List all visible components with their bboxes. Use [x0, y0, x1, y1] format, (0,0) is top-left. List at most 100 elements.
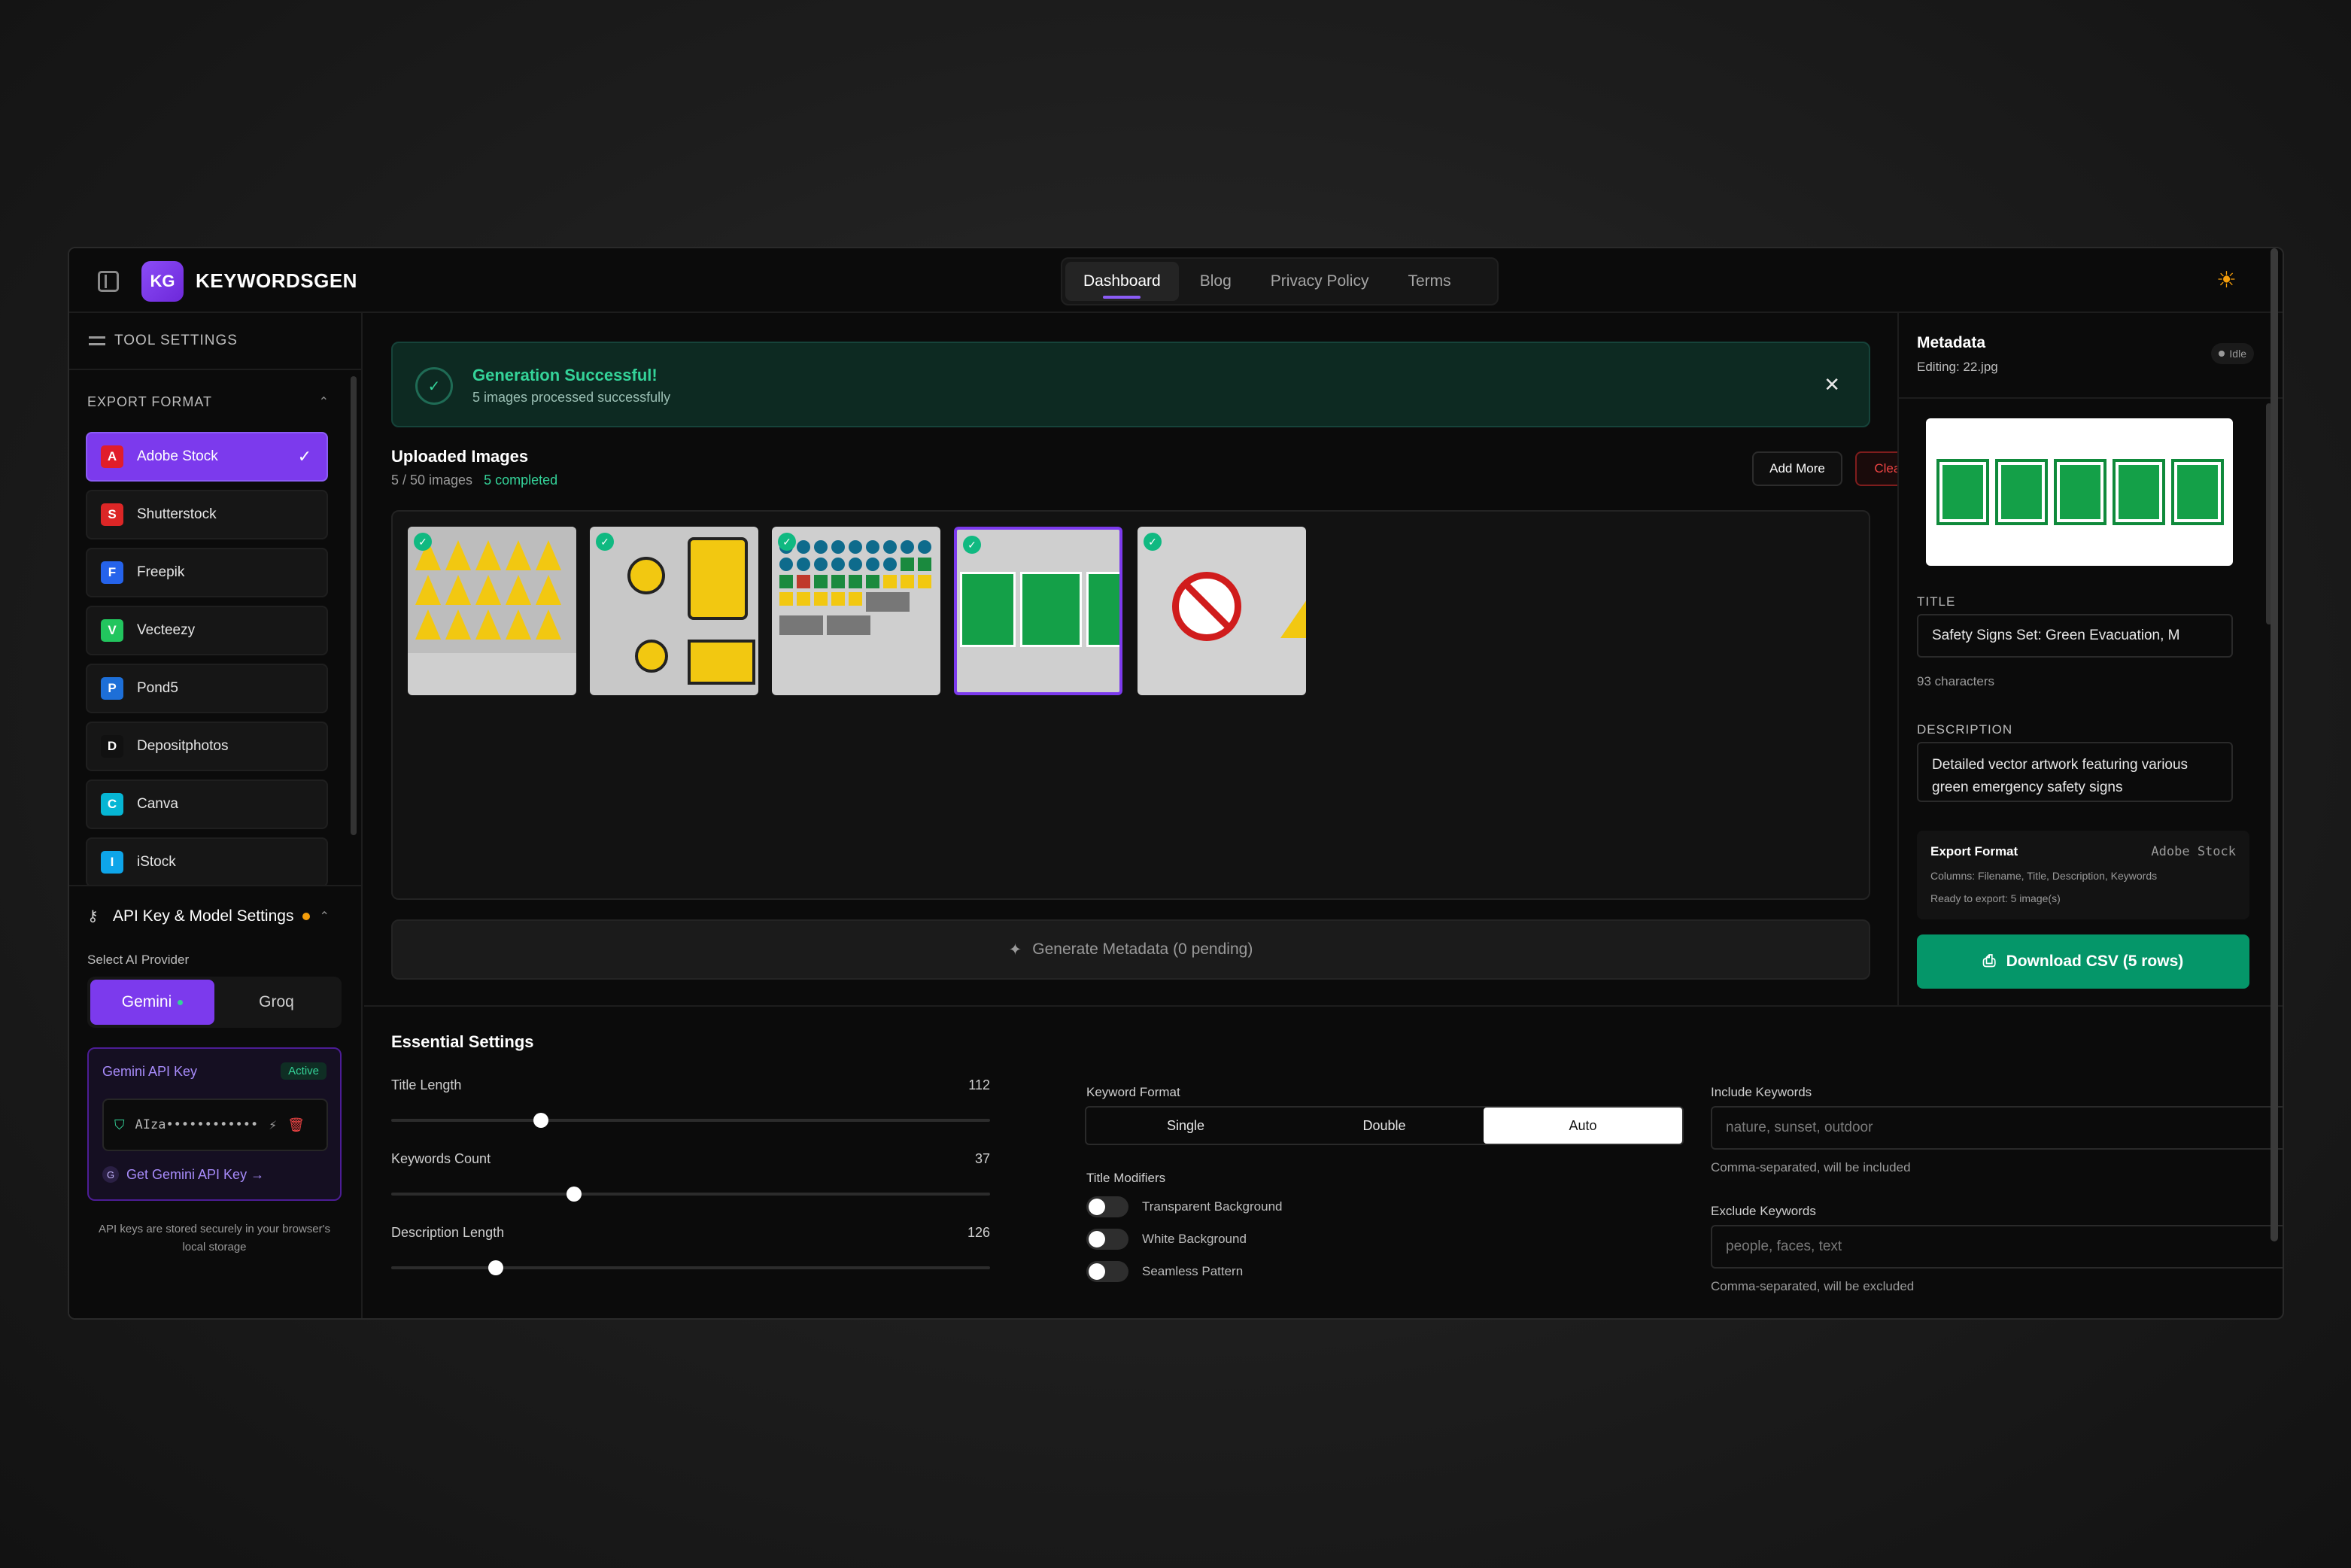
toggle-switch[interactable] — [1086, 1229, 1128, 1250]
image-preview — [1926, 418, 2233, 566]
format-letter-badge: I — [101, 851, 123, 874]
format-label: Canva — [137, 796, 178, 812]
success-title: Generation Successful! — [472, 366, 658, 384]
keyword-format-single[interactable]: Single — [1086, 1108, 1285, 1144]
slider-thumb[interactable] — [488, 1260, 504, 1275]
modifier-transparent[interactable]: Transparent Background — [1086, 1196, 1282, 1217]
keyword-format-double[interactable]: Double — [1285, 1108, 1484, 1144]
window-scrollbar[interactable] — [2271, 248, 2278, 1241]
main-content: ✓ Generation Successful! 5 images proces… — [364, 313, 1967, 1005]
format-label: Pond5 — [137, 680, 178, 696]
uploaded-images-count: 5 / 50 images 5 completed — [391, 473, 557, 488]
title-field[interactable]: Safety Signs Set: Green Evacuation, M — [1917, 614, 2233, 658]
modifier-white-background[interactable]: White Background — [1086, 1229, 1247, 1250]
chevron-up-icon[interactable]: ⌃ — [319, 394, 330, 410]
format-letter-badge: F — [101, 561, 123, 584]
tool-settings-title: TOOL SETTINGS — [114, 333, 238, 348]
export-format-shutterstock[interactable]: S Shutterstock — [86, 490, 328, 539]
format-label: iStock — [137, 854, 176, 870]
download-csv-label: Download CSV (5 rows) — [2006, 953, 2184, 970]
close-icon[interactable]: ✕ — [1824, 373, 1840, 397]
api-settings-section: ⚷ API Key & Model Settings ⌃ Select AI P… — [69, 885, 361, 1318]
image-thumbnail[interactable]: ✓ — [408, 527, 576, 695]
divider — [1899, 397, 2283, 399]
provider-gemini-label: Gemini — [121, 993, 172, 1010]
add-more-button[interactable]: Add More — [1752, 451, 1842, 486]
image-thumbnail-selected[interactable]: ✓ — [954, 527, 1122, 695]
toggle-switch[interactable] — [1086, 1196, 1128, 1217]
image-thumbnail[interactable]: ✓ — [1138, 527, 1306, 695]
title-label: TITLE — [1917, 594, 1956, 609]
export-format-header[interactable]: EXPORT FORMAT ⌃ — [87, 394, 330, 410]
nav-tab-dashboard[interactable]: Dashboard — [1065, 262, 1179, 301]
api-settings-header[interactable]: ⚷ API Key & Model Settings ⌃ — [87, 907, 330, 925]
nav-tab-blog[interactable]: Blog — [1182, 262, 1250, 301]
format-letter-badge: C — [101, 793, 123, 816]
image-thumbnail[interactable]: ✓ — [590, 527, 758, 695]
export-format-freepik[interactable]: F Freepik — [86, 548, 328, 597]
include-keywords-input[interactable] — [1711, 1106, 2283, 1150]
image-thumbnail[interactable]: ✓ — [772, 527, 940, 695]
export-format-vecteezy[interactable]: V Vecteezy — [86, 606, 328, 655]
export-format-canva[interactable]: C Canva — [86, 779, 328, 829]
provider-gemini[interactable]: Gemini — [90, 980, 214, 1025]
exclude-keywords-input[interactable] — [1711, 1225, 2283, 1269]
slider-thumb[interactable] — [566, 1187, 582, 1202]
export-format-istock[interactable]: IiStock — [86, 837, 328, 887]
theme-toggle-sun-icon[interactable]: ☀ — [2216, 269, 2239, 292]
generate-metadata-label: Generate Metadata (0 pending) — [1032, 940, 1253, 958]
export-format-title: EXPORT FORMAT — [87, 394, 213, 409]
sidebar-toggle-icon[interactable] — [98, 271, 119, 292]
keyword-format-auto[interactable]: Auto — [1484, 1108, 1682, 1144]
download-csv-button[interactable]: ⎙ Download CSV (5 rows) — [1917, 934, 2249, 989]
export-format-adobe-stock[interactable]: A Adobe Stock ✓ — [86, 432, 328, 482]
api-key-card: Gemini API Key Active ⛉ AIza••••••••••••… — [87, 1047, 342, 1201]
slider-thumb[interactable] — [533, 1113, 548, 1128]
sidebar-scrollbar[interactable] — [351, 376, 357, 835]
export-format-depositphotos[interactable]: D Depositphotos — [86, 722, 328, 771]
slider-label-row: Title Length 112 — [391, 1077, 990, 1093]
completed-check-icon: ✓ — [414, 533, 432, 551]
app-window: KG KEYWORDSGEN Dashboard Blog Privacy Po… — [68, 247, 2284, 1320]
nav-tab-privacy-policy[interactable]: Privacy Policy — [1253, 262, 1387, 301]
export-columns: Columns: Filename, Title, Description, K… — [1930, 870, 2158, 882]
gemini-icon: G — [102, 1166, 119, 1183]
api-settings-title: API Key & Model Settings — [113, 907, 294, 925]
slider-track[interactable] — [391, 1260, 990, 1275]
storage-note: API keys are stored securely in your bro… — [99, 1223, 330, 1253]
slider-label-row: Description Length 126 — [391, 1225, 990, 1241]
generate-metadata-button[interactable]: ✦ Generate Metadata (0 pending) — [391, 919, 1870, 980]
success-subtitle: 5 images processed successfully — [472, 390, 671, 405]
provider-groq[interactable]: Groq — [214, 980, 339, 1025]
description-field[interactable]: Detailed vector artwork featuring variou… — [1917, 742, 2233, 802]
completed-count: 5 completed — [484, 473, 558, 488]
delete-key-trash-icon[interactable]: 🗑 — [287, 1117, 305, 1133]
completed-check-icon: ✓ — [596, 533, 614, 551]
modifier-label: Seamless Pattern — [1142, 1264, 1244, 1278]
api-key-field[interactable]: ⛉ AIza•••••••••••• ⚡ 🗑 — [102, 1099, 328, 1151]
slider-track[interactable] — [391, 1113, 990, 1128]
keyword-format-label: Keyword Format — [1086, 1085, 1180, 1099]
slider-track[interactable] — [391, 1187, 990, 1202]
get-api-key-label: Get Gemini API Key → — [126, 1166, 265, 1182]
toggle-switch[interactable] — [1086, 1261, 1128, 1282]
chevron-up-icon[interactable]: ⌃ — [319, 909, 329, 924]
format-label: Freepik — [137, 564, 185, 580]
export-summary-card: Export Format Adobe Stock Columns: Filen… — [1917, 831, 2249, 919]
slider-label-row: Keywords Count 37 — [391, 1151, 990, 1167]
nav-tab-terms[interactable]: Terms — [1390, 262, 1469, 301]
export-ready: Ready to export: 5 image(s) — [1930, 892, 2061, 904]
essential-settings-title: Essential Settings — [391, 1032, 534, 1051]
slider-label: Keywords Count — [391, 1151, 491, 1166]
modifier-seamless-pattern[interactable]: Seamless Pattern — [1086, 1261, 1243, 1282]
export-format-pond5[interactable]: P Pond5 — [86, 664, 328, 713]
image-count: 5 / 50 images — [391, 473, 473, 488]
logo: KG — [141, 261, 184, 302]
api-key-value: AIza•••••••••••• — [135, 1117, 259, 1132]
test-key-bolt-icon[interactable]: ⚡ — [269, 1117, 277, 1133]
essential-settings: Essential Settings Title Length 112 Keywor… — [364, 1005, 2283, 1318]
include-keywords-label: Include Keywords — [1711, 1085, 1812, 1099]
slider-value: 126 — [967, 1225, 990, 1240]
get-api-key-link[interactable]: G Get Gemini API Key → — [102, 1166, 264, 1183]
include-keywords-hint: Comma-separated, will be included — [1711, 1160, 1911, 1174]
